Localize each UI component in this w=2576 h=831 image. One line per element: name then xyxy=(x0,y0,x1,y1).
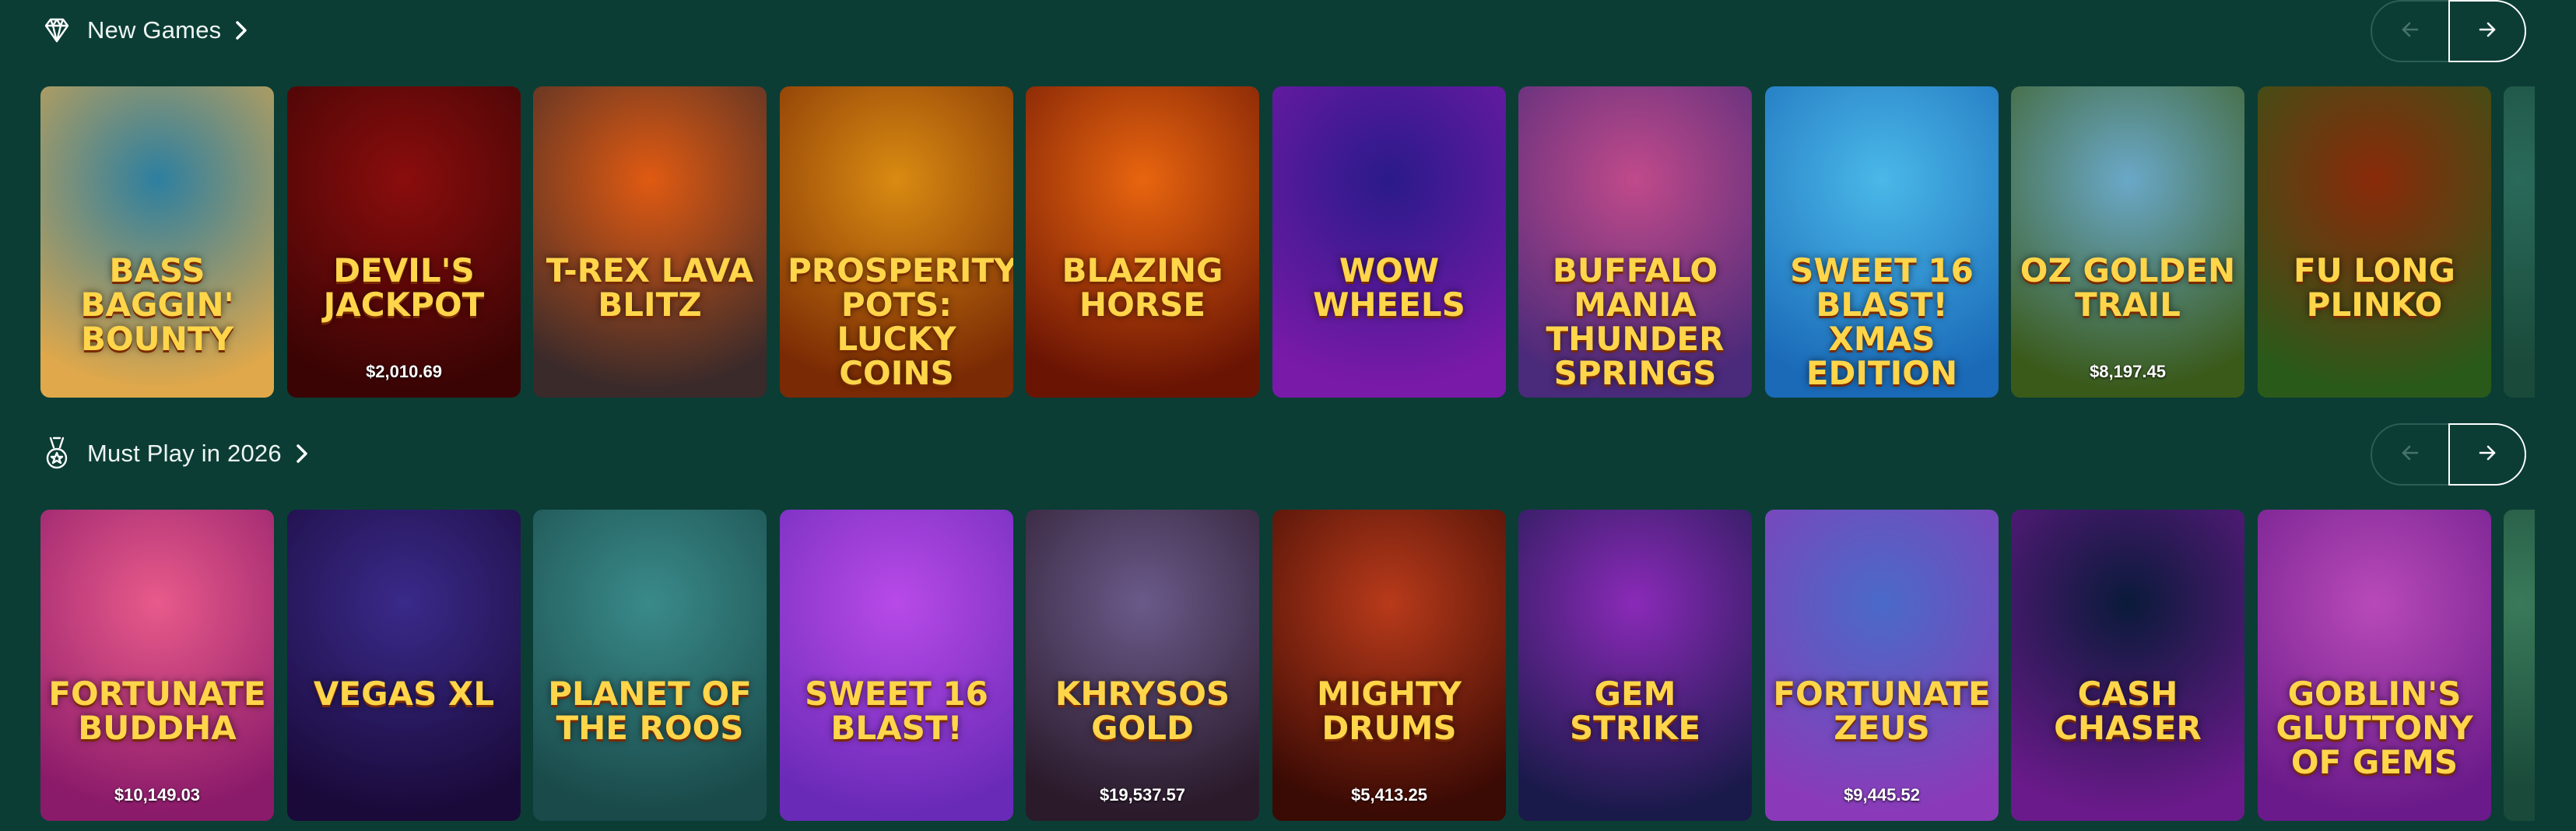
game-artwork xyxy=(1026,86,1259,398)
carousel-prev-button[interactable] xyxy=(2372,2,2448,61)
jackpot-amount: $5,413.25 xyxy=(1351,785,1427,805)
game-title: T-Rex Lava Blitz xyxy=(546,251,754,324)
game-artwork xyxy=(1026,510,1259,821)
game-title: Fu Long Plinko xyxy=(2293,251,2455,324)
section-title-link[interactable]: Must Play in 2026 xyxy=(87,440,313,468)
game-tile[interactable]: Cash Chaser xyxy=(2011,510,2244,821)
jackpot-amount: $19,537.57 xyxy=(1099,785,1186,805)
game-title: Fortunate Zeus xyxy=(1773,675,1991,747)
game-tile-partial[interactable] xyxy=(2504,86,2535,398)
game-tile[interactable]: Fortunate Buddha $10,149.03 xyxy=(40,510,274,821)
section-header: Must Play in 2026 xyxy=(40,437,313,470)
game-artwork xyxy=(2011,86,2244,398)
game-row: Bass Baggin' Bounty Devil's Jackpot $2,010… xyxy=(40,86,2576,398)
game-tile[interactable]: Gem Strike xyxy=(1518,510,1752,821)
jackpot-amount: $9,445.52 xyxy=(1844,785,1920,805)
game-tile[interactable]: Sweet 16 Blast! xyxy=(780,510,1013,821)
game-artwork xyxy=(40,510,274,821)
game-title: Vegas XL xyxy=(313,675,495,713)
arrow-left-icon xyxy=(2400,19,2420,44)
game-title: Wow Wheels xyxy=(1313,251,1465,324)
game-tile[interactable]: Buffalo Mania Thunder Springs xyxy=(1518,86,1752,398)
game-artwork xyxy=(1272,510,1506,821)
game-tile[interactable]: Mighty Drums $5,413.25 xyxy=(1272,510,1506,821)
game-artwork xyxy=(780,510,1013,821)
game-tile[interactable]: Fu Long Plinko xyxy=(2258,86,2491,398)
game-title: Planet of the Roos xyxy=(548,675,752,747)
game-tile[interactable]: Sweet 16 Blast! Xmas Edition xyxy=(1765,86,1999,398)
carousel-next-button[interactable] xyxy=(2448,423,2526,486)
game-artwork xyxy=(533,86,767,398)
arrow-left-icon xyxy=(2400,443,2420,467)
game-tile[interactable]: Wow Wheels xyxy=(1272,86,1506,398)
game-tile[interactable]: Fortunate Zeus $9,445.52 xyxy=(1765,510,1999,821)
game-tile[interactable]: Devil's Jackpot $2,010.69 xyxy=(287,86,521,398)
game-artwork xyxy=(2504,86,2535,398)
game-artwork xyxy=(2258,86,2491,398)
game-title: Khrysos Gold xyxy=(1055,675,1230,747)
section-title: Must Play in 2026 xyxy=(87,440,282,467)
game-artwork xyxy=(287,510,521,821)
game-title: Prosperity Pots: Lucky Coins xyxy=(788,251,1013,392)
game-artwork xyxy=(2504,510,2535,821)
carousel-next-button[interactable] xyxy=(2448,0,2526,62)
jackpot-amount: $2,010.69 xyxy=(366,362,442,381)
jackpot-amount: $8,197.45 xyxy=(2090,362,2166,381)
game-tile[interactable]: Khrysos Gold $19,537.57 xyxy=(1026,510,1259,821)
game-tile[interactable]: T-Rex Lava Blitz xyxy=(533,86,767,398)
game-title: Mighty Drums xyxy=(1316,675,1462,747)
game-tile-partial[interactable] xyxy=(2504,510,2535,821)
game-title: Blazing Horse xyxy=(1062,251,1223,324)
carousel-prev-button[interactable] xyxy=(2372,425,2448,484)
game-title: Goblin's Gluttony of Gems xyxy=(2276,675,2473,781)
carousel-nav xyxy=(2371,423,2526,486)
game-title: Devil's Jackpot xyxy=(323,251,485,324)
arrow-right-icon xyxy=(2477,443,2497,467)
game-artwork xyxy=(1272,86,1506,398)
game-title: Buffalo Mania Thunder Springs xyxy=(1546,251,1725,392)
chevron-right-icon xyxy=(235,21,252,40)
game-tile[interactable]: Planet of the Roos xyxy=(533,510,767,821)
game-row: Fortunate Buddha $10,149.03 Vegas XL Planet… xyxy=(40,510,2576,821)
section-header: New Games xyxy=(40,14,252,47)
game-tile[interactable]: Bass Baggin' Bounty xyxy=(40,86,274,398)
arrow-right-icon xyxy=(2477,19,2497,44)
medal-icon xyxy=(40,437,73,470)
chevron-right-icon xyxy=(296,444,313,463)
section-title-link[interactable]: New Games xyxy=(87,16,252,44)
game-tile[interactable]: Goblin's Gluttony of Gems xyxy=(2258,510,2491,821)
carousel-nav xyxy=(2371,0,2526,62)
game-title: Gem Strike xyxy=(1569,675,1701,747)
game-tile[interactable]: Blazing Horse xyxy=(1026,86,1259,398)
game-tile[interactable]: Vegas XL xyxy=(287,510,521,821)
game-title: Sweet 16 Blast! xyxy=(805,675,988,747)
game-artwork xyxy=(1765,510,1999,821)
game-tile[interactable]: Prosperity Pots: Lucky Coins xyxy=(780,86,1013,398)
game-tile[interactable]: Oz Golden Trail $8,197.45 xyxy=(2011,86,2244,398)
game-title: Oz Golden Trail xyxy=(2020,251,2236,324)
game-title: Bass Baggin' Bounty xyxy=(80,251,234,358)
diamond-icon xyxy=(40,14,73,47)
section-title: New Games xyxy=(87,16,222,44)
jackpot-amount: $10,149.03 xyxy=(114,785,201,805)
game-artwork xyxy=(1518,510,1752,821)
game-artwork xyxy=(287,86,521,398)
game-title: Cash Chaser xyxy=(2054,675,2202,747)
game-artwork xyxy=(2011,510,2244,821)
game-artwork xyxy=(533,510,767,821)
game-title: Fortunate Buddha xyxy=(48,675,266,747)
game-title: Sweet 16 Blast! Xmas Edition xyxy=(1790,251,1974,392)
